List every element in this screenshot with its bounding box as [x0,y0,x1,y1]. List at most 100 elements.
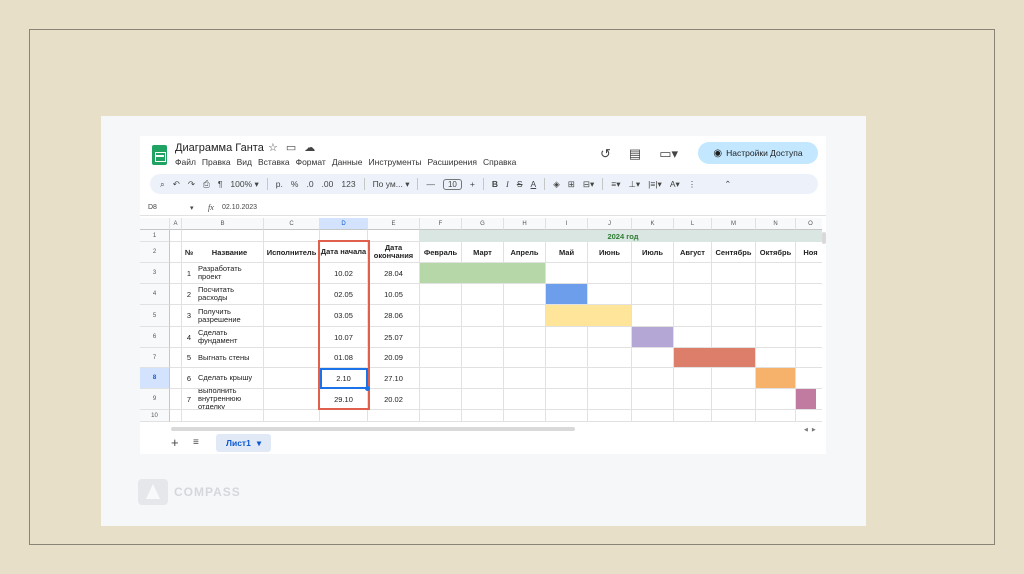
grid-cell[interactable] [420,284,462,305]
row-header-5[interactable]: 5 [140,305,170,327]
grid-cell[interactable] [756,305,796,327]
grid-cell[interactable] [420,368,462,389]
grid-cell[interactable] [674,284,712,305]
row-header-4[interactable]: 4 [140,284,170,305]
task-end-date[interactable]: 25.07 [368,327,420,348]
grid-cell[interactable] [588,263,632,284]
grid-cell[interactable] [504,305,546,327]
row-header-3[interactable]: 3 [140,263,170,284]
grid-cell[interactable] [588,410,632,422]
grid-cell[interactable] [632,263,674,284]
grid-cell[interactable] [504,389,546,410]
grid-cell[interactable] [462,410,504,422]
grid-cell[interactable] [320,410,368,422]
grid-cell[interactable] [504,348,546,368]
font-select[interactable]: По ум... ▾ [373,179,410,190]
selected-cell[interactable] [320,368,368,389]
sheets-logo-icon[interactable] [152,145,167,165]
grid-cell[interactable] [462,348,504,368]
add-sheet-button[interactable]: + [171,435,179,450]
column-header-b[interactable]: B [182,218,264,230]
grid-cell[interactable] [170,305,182,327]
grid-cell[interactable] [712,410,756,422]
fill-handle[interactable] [365,386,370,391]
history-icon[interactable]: ↺ [600,146,611,162]
task-end-date[interactable]: 27.10 [368,368,420,389]
all-sheets-button[interactable]: ≡ [193,437,199,448]
grid-cell[interactable] [264,305,320,327]
menu-edit[interactable]: Правка [202,157,231,167]
grid-cell[interactable] [796,348,822,368]
column-header-f[interactable]: F [420,218,462,230]
grid-cell[interactable] [796,284,822,305]
task-name[interactable]: Сделать фундамент [196,327,264,348]
grid-cell[interactable] [170,242,182,263]
name-box[interactable]: D8 [148,204,157,211]
paint-format-icon[interactable]: ¶ [218,179,223,189]
column-header-m[interactable]: M [712,218,756,230]
text-color-button[interactable]: A [531,179,537,189]
strikethrough-button[interactable]: S [517,179,523,189]
grid-cell[interactable] [504,410,546,422]
star-icon[interactable]: ☆ [268,141,278,154]
column-header-e[interactable]: E [368,218,420,230]
grid-cell[interactable] [632,410,674,422]
task-number[interactable]: 5 [182,348,196,368]
menu-data[interactable]: Данные [332,157,363,167]
task-number[interactable]: 2 [182,284,196,305]
grid-cell[interactable] [712,368,756,389]
menu-file[interactable]: Файл [175,157,196,167]
grid-cell[interactable] [546,348,588,368]
font-size-input[interactable]: 10 [442,178,462,190]
chevron-down-icon[interactable]: ▾ [257,438,261,449]
grid-cell[interactable] [420,327,462,348]
row-header-6[interactable]: 6 [140,327,170,348]
grid-cell[interactable] [462,284,504,305]
grid-cell[interactable] [170,348,182,368]
grid-cell[interactable] [632,348,674,368]
spreadsheet-grid[interactable]: A B C D E F G H I J K L M N O 1 2 3 4 5 6 7 8 9 10 2024 год № Назва… [140,218,822,428]
grid-cell[interactable] [170,327,182,348]
grid-cell[interactable] [170,368,182,389]
font-size-increase-button[interactable]: + [470,179,475,189]
grid-cell[interactable] [170,284,182,305]
menu-view[interactable]: Вид [237,157,252,167]
grid-cell[interactable] [264,410,320,422]
grid-cell[interactable] [546,410,588,422]
task-name[interactable]: Посчитать расходы [196,284,264,305]
grid-cell[interactable] [546,368,588,389]
scroll-right-icon[interactable]: ▶ [812,427,816,433]
increase-decimal-button[interactable]: .00 [322,179,334,189]
grid-cell[interactable] [674,368,712,389]
column-header-k[interactable]: K [632,218,674,230]
grid-cell[interactable] [182,410,264,422]
grid-cell[interactable] [420,305,462,327]
grid-cell[interactable] [170,263,182,284]
grid-cell[interactable] [588,348,632,368]
menu-tools[interactable]: Инструменты [369,157,422,167]
borders-icon[interactable]: ⊞ [568,179,575,190]
vertical-align-icon[interactable]: ⊥▾ [628,179,640,190]
grid-cell[interactable] [170,389,182,410]
meet-icon[interactable]: ▭▾ [659,146,678,162]
share-button[interactable]: ◉ Настройки Доступа [698,142,818,164]
grid-cell[interactable] [712,389,756,410]
task-name[interactable]: Сделать крышу [196,368,264,389]
grid-cell[interactable] [504,327,546,348]
zoom-select[interactable]: 100% ▾ [230,179,258,190]
grid-cell[interactable] [264,389,320,410]
grid-cell[interactable] [546,263,588,284]
redo-icon[interactable]: ↷ [188,179,195,190]
grid-cell[interactable] [796,410,822,422]
row-header-7[interactable]: 7 [140,348,170,368]
grid-cell[interactable] [796,305,822,327]
grid-cell[interactable] [674,410,712,422]
grid-cell[interactable] [546,389,588,410]
grid-cell[interactable] [264,327,320,348]
collapse-toolbar-icon[interactable]: ⌃ [724,179,731,190]
grid-cell[interactable] [674,263,712,284]
menu-extensions[interactable]: Расширения [428,157,477,167]
row-header-1[interactable]: 1 [140,230,170,242]
grid-cell[interactable] [462,305,504,327]
undo-icon[interactable]: ↶ [173,179,180,190]
